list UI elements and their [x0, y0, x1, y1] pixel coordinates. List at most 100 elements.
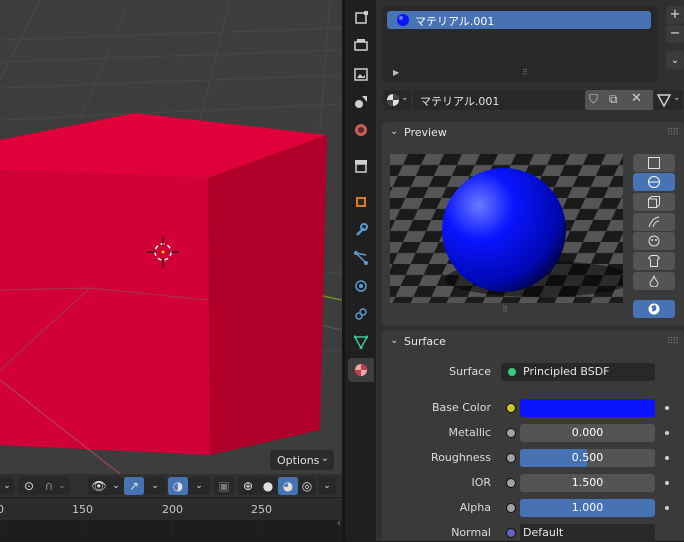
browse-material-button[interactable]: ⌄	[383, 90, 411, 110]
preview-shape-monkey[interactable]	[633, 232, 675, 250]
material-specials-button[interactable]: ⌄	[666, 51, 684, 69]
object-data-icon	[354, 335, 368, 349]
tab-object-data[interactable]	[348, 330, 374, 354]
value-socket-icon[interactable]	[506, 503, 516, 513]
tab-world[interactable]	[348, 154, 374, 178]
base-color-swatch[interactable]	[520, 399, 655, 417]
viewport-options-button[interactable]: Options ⌄	[270, 450, 334, 470]
property-label: Metallic	[448, 426, 491, 439]
material-name-field[interactable]: マテリアル.001	[413, 90, 585, 110]
3d-viewport[interactable]: Options ⌄	[0, 0, 342, 497]
keyframe-dot-icon[interactable]	[665, 456, 669, 460]
tab-tool[interactable]	[348, 6, 374, 30]
gizmo-dropdown[interactable]: ⌄	[144, 477, 166, 495]
tab-render[interactable]	[348, 34, 374, 58]
link-type-dropdown[interactable]: ⌄	[653, 90, 683, 110]
normal-value: Default	[523, 526, 564, 539]
shading-wireframe-button[interactable]: ⊕	[238, 477, 258, 495]
roughness-slider[interactable]: 0.500	[520, 449, 655, 467]
shading-material-preview-button[interactable]: ◕	[278, 477, 298, 495]
tab-constraints[interactable]	[348, 302, 374, 326]
shader-socket-icon	[508, 368, 516, 376]
preview-shape-cube[interactable]	[633, 193, 675, 211]
tool-icon	[355, 11, 368, 24]
material-sphere-icon	[397, 14, 409, 26]
viewport-scene[interactable]	[0, 0, 342, 474]
preview-shape-hair[interactable]	[633, 213, 675, 231]
color-socket-icon[interactable]	[506, 403, 516, 413]
value-socket-icon[interactable]	[506, 478, 516, 488]
timeline-gridline	[261, 520, 262, 541]
metallic-slider[interactable]: 0.000	[520, 424, 655, 442]
duplicate-material-icon[interactable]: ⧉	[609, 92, 618, 107]
preview-shape-flat[interactable]	[633, 154, 675, 172]
shading-dropdown[interactable]: ⌄	[318, 477, 336, 495]
xray-icon: ▣	[218, 479, 230, 493]
keyframe-dot-icon[interactable]	[665, 406, 669, 410]
preview-world-toggle[interactable]	[633, 300, 675, 318]
tab-object[interactable]	[348, 190, 374, 214]
preview-shape-fluid[interactable]	[633, 272, 675, 290]
shading-rendered-button[interactable]: ◎	[298, 477, 316, 495]
tab-modifiers[interactable]	[348, 218, 374, 242]
preview-shape-sphere[interactable]	[633, 173, 675, 191]
hair-icon	[648, 216, 660, 228]
resize-grip-icon[interactable]: ⠿	[522, 68, 528, 77]
mode-dropdown[interactable]: ⌄	[0, 477, 14, 495]
chevron-down-icon: ⌄	[3, 481, 11, 491]
keyframe-dot-icon[interactable]	[665, 506, 669, 510]
remove-material-slot-button[interactable]: −	[666, 25, 684, 43]
shading-solid-button[interactable]: ●	[258, 477, 278, 495]
overlays-dropdown[interactable]: ⌄	[188, 477, 210, 495]
proportional-editing-toggle[interactable]: ⊙ ∩ ⌄	[18, 477, 70, 495]
tab-scene[interactable]	[348, 118, 374, 142]
tab-output[interactable]	[348, 62, 374, 86]
collapse-arrow-icon: ⌄	[390, 335, 399, 346]
drag-grip-icon[interactable]: ⠿⠿	[667, 128, 679, 138]
tab-view-layer[interactable]	[348, 90, 374, 114]
surface-shader-dropdown[interactable]: Principled BSDF	[501, 363, 655, 381]
material-id-buttons: ⛉ ⧉ ✕	[585, 90, 655, 110]
value-socket-icon[interactable]	[506, 453, 516, 463]
solid-shading-icon: ●	[262, 479, 274, 493]
tab-material[interactable]	[348, 358, 374, 382]
slider-value: 0.000	[571, 426, 604, 439]
resize-grip-icon[interactable]: ⠿	[502, 305, 508, 314]
timeline[interactable]: 0 150 200 250 ‹	[0, 498, 342, 541]
surface-panel-header[interactable]: ⌄ Surface ⠿⠿	[382, 331, 684, 353]
tab-physics[interactable]	[348, 274, 374, 298]
add-material-slot-button[interactable]: +	[666, 6, 684, 24]
material-slot-row[interactable]: マテリアル.001	[387, 11, 651, 29]
timeline-tick-label: 0	[0, 503, 4, 516]
drag-grip-icon[interactable]: ⠿⠿	[667, 337, 679, 347]
expand-arrow-icon[interactable]: ▶	[393, 68, 399, 77]
fake-user-shield-icon[interactable]: ⛉	[589, 92, 598, 107]
keyframe-dot-icon[interactable]	[665, 481, 669, 485]
unlink-x-icon[interactable]: ✕	[631, 91, 642, 106]
normal-input-dropdown[interactable]: Default	[520, 524, 655, 542]
tab-particles[interactable]	[348, 246, 374, 270]
material-selector: ⌄ マテリアル.001 ⛉ ⧉ ✕	[383, 90, 655, 110]
preview-shape-cloth[interactable]	[633, 252, 675, 270]
overlays-toggle[interactable]: ◑	[168, 477, 188, 495]
cube-object[interactable]	[0, 113, 327, 474]
gizmo-icon: ↗	[128, 479, 140, 493]
material-browse-icon	[387, 94, 399, 106]
timeline-ruler[interactable]: 0 150 200 250	[0, 498, 342, 520]
keyframe-dot-icon[interactable]	[665, 431, 669, 435]
value-socket-icon[interactable]	[506, 428, 516, 438]
preview-panel-header[interactable]: ⌄ Preview ⠿⠿	[382, 122, 684, 144]
surface-panel-title: Surface	[404, 335, 446, 348]
gizmo-toggle[interactable]: ↗	[124, 477, 144, 495]
material-preview-render[interactable]	[390, 154, 623, 303]
chevron-down-icon: ⌄	[323, 481, 331, 491]
vector-socket-icon[interactable]	[506, 528, 516, 538]
cloth-icon	[648, 255, 660, 267]
visibility-selectability-dropdown[interactable]: 👁 ⌄	[88, 477, 124, 495]
xray-toggle[interactable]: ▣	[214, 477, 234, 495]
render-icon	[354, 39, 368, 51]
material-slot-name: マテリアル.001	[415, 15, 495, 28]
ior-field[interactable]: 1.500	[520, 474, 655, 492]
plus-icon: +	[669, 7, 681, 22]
alpha-slider[interactable]: 1.000	[520, 499, 655, 517]
